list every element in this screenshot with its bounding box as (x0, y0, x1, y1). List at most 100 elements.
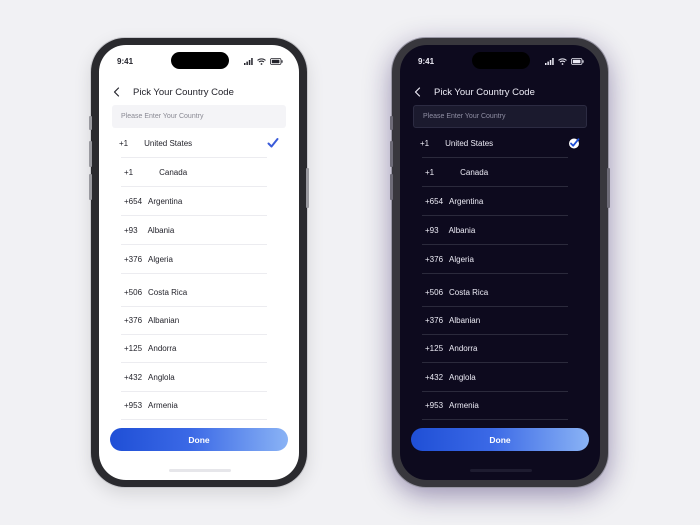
home-indicator (470, 469, 532, 472)
country-code: +506 (124, 287, 143, 297)
country-row[interactable]: +376 Algeria (119, 245, 279, 273)
country-name: Algeria (148, 254, 173, 264)
done-button[interactable]: Done (110, 428, 288, 451)
country-code: +953 (124, 400, 143, 410)
dynamic-island (171, 52, 229, 69)
country-row[interactable]: +506 Costa Rica (420, 278, 580, 306)
country-code: +125 (425, 343, 444, 353)
country-row[interactable]: +125 Andorra (119, 334, 279, 362)
row-divider (121, 419, 267, 420)
wifi-icon (257, 58, 266, 65)
country-code: +376 (425, 315, 444, 325)
country-code: +1 (119, 138, 129, 148)
checkmark-icon (267, 137, 279, 149)
country-name: Algeria (449, 254, 474, 264)
country-name: Canada (460, 167, 489, 177)
country-name: Albania (448, 225, 476, 235)
country-code: +93 (124, 225, 138, 235)
power-button (607, 168, 610, 208)
country-code: +654 (425, 196, 444, 206)
volume-up-button (390, 141, 393, 167)
country-code: +432 (425, 372, 444, 382)
country-row[interactable]: +376 Algeria (420, 245, 580, 273)
side-button (89, 116, 92, 130)
status-icons (545, 58, 584, 65)
country-row[interactable]: +1 United States (119, 129, 279, 157)
country-code: +376 (124, 315, 143, 325)
country-name: United States (445, 138, 494, 148)
country-code: +376 (124, 254, 143, 264)
battery-icon (270, 58, 283, 65)
battery-icon (571, 58, 584, 65)
signal-icon (545, 58, 554, 65)
country-code: +506 (425, 287, 444, 297)
country-name: Albanian (148, 315, 180, 325)
dark-screen: 9:41 Pick Your Country Code Please Enter… (400, 45, 600, 480)
country-row[interactable]: +93 Albania (420, 216, 580, 244)
country-row[interactable]: +1 Canada (119, 158, 279, 186)
country-row[interactable]: +1 Canada (420, 158, 580, 186)
header: Pick Your Country Code (414, 85, 586, 99)
country-code: +1 (124, 167, 134, 177)
country-name: Anglola (449, 372, 476, 382)
back-button[interactable] (113, 85, 129, 99)
header: Pick Your Country Code (113, 85, 285, 99)
country-code: +432 (124, 372, 143, 382)
status-bar: 9:41 (99, 52, 299, 69)
light-screen: 9:41 Pick Your Country Code Please Enter… (99, 45, 299, 480)
country-row[interactable]: +432 Anglola (119, 363, 279, 391)
country-row[interactable]: +432 Anglola (420, 363, 580, 391)
country-name: Albanian (449, 315, 481, 325)
country-name: Argentina (449, 196, 484, 206)
volume-down-button (390, 174, 393, 200)
chevron-left-icon (414, 87, 421, 97)
country-row[interactable]: +654 Argentina (119, 187, 279, 215)
country-row[interactable]: +506 Costa Rica (119, 278, 279, 306)
row-divider (121, 273, 267, 274)
country-name: Armenia (148, 400, 178, 410)
country-code: +654 (124, 196, 143, 206)
chevron-left-icon (113, 87, 120, 97)
country-code: +953 (425, 400, 444, 410)
country-name: Canada (159, 167, 188, 177)
status-time: 9:41 (418, 57, 435, 66)
country-row[interactable]: +1 United States (420, 129, 580, 157)
country-name: Anglola (148, 372, 175, 382)
country-row[interactable]: +376 Albanian (420, 306, 580, 334)
row-divider (422, 273, 568, 274)
status-icons (244, 58, 283, 65)
country-name: Albania (147, 225, 175, 235)
search-input[interactable]: Please Enter Your Country (413, 105, 587, 128)
wifi-icon (558, 58, 567, 65)
status-time: 9:41 (117, 57, 134, 66)
dark-phone-mockup: 9:41 Pick Your Country Code Please Enter… (390, 38, 610, 487)
country-name: Costa Rica (449, 287, 489, 297)
done-button[interactable]: Done (411, 428, 589, 451)
country-code: +125 (124, 343, 143, 353)
volume-down-button (89, 174, 92, 200)
country-name: Andorra (449, 343, 478, 353)
country-name: United States (144, 138, 193, 148)
country-row[interactable]: +953 Armenia (119, 391, 279, 419)
country-name: Costa Rica (148, 287, 188, 297)
country-row[interactable]: +654 Argentina (420, 187, 580, 215)
page-title: Pick Your Country Code (133, 86, 234, 98)
country-row[interactable]: +953 Armenia (420, 391, 580, 419)
country-code: +376 (425, 254, 444, 264)
country-name: Argentina (148, 196, 183, 206)
country-code: +1 (425, 167, 435, 177)
country-code: +1 (420, 138, 430, 148)
checkmark-icon (568, 137, 580, 149)
country-name: Armenia (449, 400, 479, 410)
light-phone-mockup: 9:41 Pick Your Country Code Please Enter… (89, 38, 309, 487)
country-name: Andorra (148, 343, 177, 353)
search-input[interactable]: Please Enter Your Country (112, 105, 286, 128)
dynamic-island (472, 52, 530, 69)
country-row[interactable]: +93 Albania (119, 216, 279, 244)
back-button[interactable] (414, 85, 430, 99)
row-divider (422, 419, 568, 420)
side-button (390, 116, 393, 130)
country-row[interactable]: +376 Albanian (119, 306, 279, 334)
page-title: Pick Your Country Code (434, 86, 535, 98)
country-row[interactable]: +125 Andorra (420, 334, 580, 362)
